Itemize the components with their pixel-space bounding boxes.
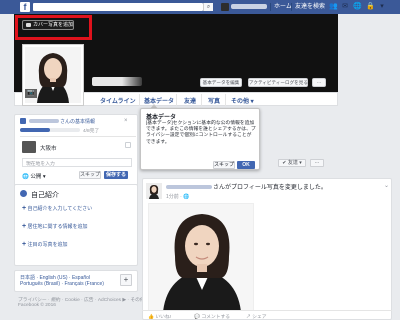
progress-label: 4/8完了: [83, 129, 100, 134]
profile-progress-bar: [20, 128, 80, 132]
privacy-label: 公開: [30, 174, 42, 180]
find-friends-link[interactable]: 友達を検索: [295, 3, 325, 11]
intro-title: 自己紹介: [31, 192, 59, 199]
popup-title: 基本データ: [146, 115, 177, 121]
avatar-image: [146, 183, 162, 199]
intro-item-featured[interactable]: + 注目の写真を追加: [22, 241, 68, 248]
tab-about[interactable]: 基本データ: [144, 96, 174, 105]
footer-copyright: Facebook © 2016: [18, 303, 56, 308]
intro-item-bio-label: 自己紹介を入力してください: [27, 206, 93, 212]
like-button[interactable]: 👍 いいね!: [148, 313, 171, 320]
tab-friends[interactable]: 友達: [184, 96, 196, 105]
divider: [20, 136, 136, 137]
post-more-button[interactable]: ···: [310, 159, 324, 167]
privacy-shortcuts-icon[interactable]: 🔒: [366, 3, 375, 11]
tab-timeline[interactable]: タイムライン: [100, 96, 136, 105]
search-input[interactable]: [33, 3, 203, 11]
tab-divider: [176, 94, 177, 106]
post-portrait-image: [149, 204, 253, 310]
profile-progress-fill: [20, 128, 50, 132]
profile-card-title: さんの基本情報: [60, 119, 96, 125]
tab-more[interactable]: その他 ▾: [231, 96, 254, 105]
home-link[interactable]: ホーム: [274, 3, 292, 11]
friends-filter-button[interactable]: ✔ 友達 ▾: [278, 159, 306, 167]
language-links-line1[interactable]: 日本語 · English (US) · Español: [20, 274, 90, 281]
share-label: シェア: [252, 315, 267, 320]
notifications-icon[interactable]: 🌐: [353, 3, 362, 11]
about-tooltip-popup: 基本データ [基本データ]セクションに基本的な公の情報を追加できます。またこの情…: [140, 108, 260, 170]
search-icon[interactable]: ⌕: [203, 3, 213, 11]
post-photo[interactable]: [148, 203, 254, 311]
post-author-name-blurred[interactable]: [166, 185, 212, 189]
nav-divider: [291, 3, 292, 11]
popup-body: [基本データ]セクションに基本的な公の情報を追加できます。またこの情報を誰とシェ…: [146, 121, 256, 145]
globe-icon: [20, 190, 27, 197]
tab-divider: [201, 94, 202, 106]
popup-ok-button[interactable]: OK: [237, 161, 255, 169]
post-author-avatar[interactable]: [146, 183, 162, 199]
close-icon[interactable]: ×: [124, 118, 128, 124]
plus-icon: +: [22, 223, 27, 230]
location-input[interactable]: 現在地を入力: [22, 158, 132, 167]
intro-item-residence-label: 居住地に関する情報を追加: [27, 224, 88, 230]
account-menu-icon[interactable]: ▾: [378, 3, 386, 11]
skip-button[interactable]: スキップ: [79, 171, 101, 179]
share-button[interactable]: ↗ シェア: [246, 313, 267, 320]
post-timestamp[interactable]: 1分前 · 🌐: [166, 193, 189, 200]
profile-owner-name-blurred: [29, 119, 59, 123]
location-placeholder: 現在地を入力: [26, 162, 55, 167]
update-profile-picture-icon[interactable]: 📷: [25, 89, 37, 98]
post-actions-bar: 👍 いいね! 💬 コメントする ↗ シェア: [142, 310, 392, 320]
post-action-text: さんがプロフィール写真を変更しました。: [213, 185, 327, 191]
highlight-annotation-box: [15, 15, 92, 40]
comment-button[interactable]: 💬 コメントする: [194, 313, 230, 320]
friend-requests-icon[interactable]: 👥: [329, 3, 338, 11]
add-language-button[interactable]: +: [120, 274, 132, 286]
language-links-line2[interactable]: Português (Brasil) · Français (France): [20, 281, 104, 287]
messages-icon[interactable]: ✉: [341, 3, 349, 11]
tab-photos[interactable]: 写真: [208, 96, 220, 105]
intro-item-residence[interactable]: + 居住地に関する情報を追加: [22, 223, 88, 230]
save-button[interactable]: 保存する: [104, 171, 128, 179]
popup-skip-button[interactable]: スキップ: [213, 161, 235, 169]
info-icon: [20, 118, 26, 124]
user-name-blurred[interactable]: [231, 4, 267, 9]
privacy-selector[interactable]: 🌐 公開 ▾: [22, 172, 46, 180]
plus-icon: +: [22, 205, 27, 212]
footer-links[interactable]: プライバシー · 規約 · Cookie · 広告 · AdChoices ▶ …: [18, 296, 148, 303]
friend-avatar: [22, 141, 36, 153]
plus-icon: +: [22, 241, 27, 248]
city-label: 大阪市: [40, 146, 57, 152]
user-avatar[interactable]: [221, 3, 229, 11]
tab-divider: [225, 94, 226, 106]
comment-label: コメントする: [201, 315, 231, 320]
facebook-logo[interactable]: f: [20, 2, 30, 12]
nav-divider: [270, 3, 271, 11]
profile-name-blurred: [92, 77, 142, 86]
update-info-button[interactable]: 基本データを編集: [200, 78, 242, 87]
more-options-button[interactable]: ···: [312, 78, 326, 87]
intro-item-bio[interactable]: + 自己紹介を入力してください: [22, 205, 92, 212]
checkbox[interactable]: [125, 142, 131, 148]
intro-item-featured-label: 注目の写真を追加: [27, 242, 68, 248]
like-label: いいね!: [155, 315, 172, 320]
view-activity-log-button[interactable]: アクティビティーログを見る: [248, 78, 308, 87]
chevron-down-icon[interactable]: ⌄: [384, 182, 389, 189]
tab-divider: [139, 94, 140, 106]
